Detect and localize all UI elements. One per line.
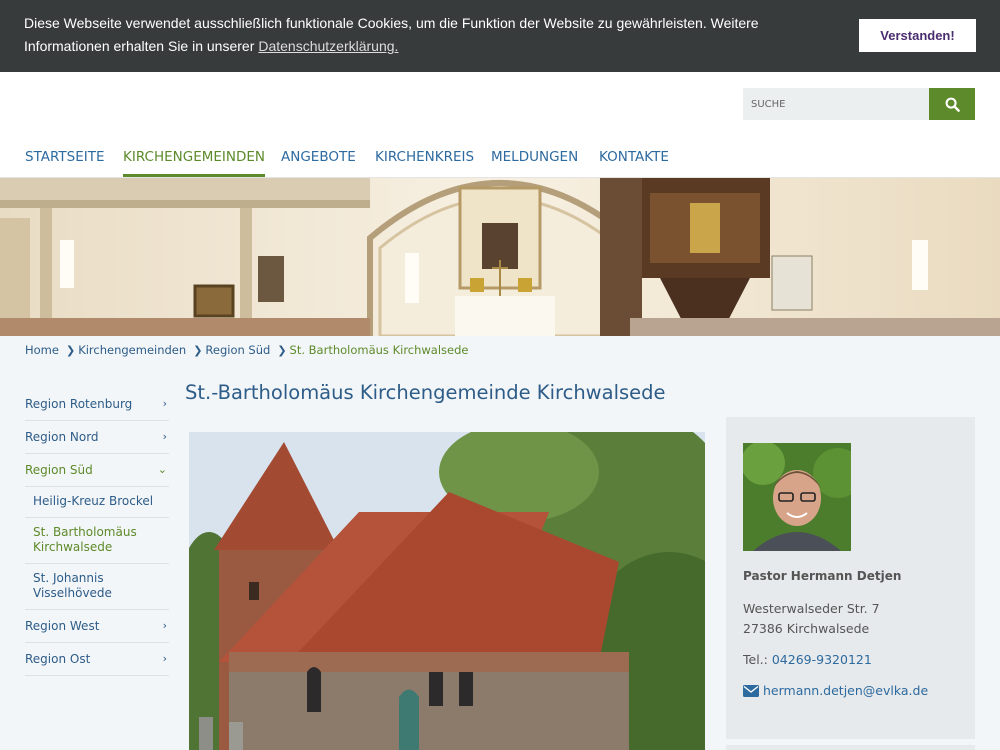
sidebar-item-region-nord[interactable]: Region Nord ›	[25, 421, 169, 454]
phone-link[interactable]: 04269-9320121	[772, 652, 872, 667]
sidebar-item-region-west[interactable]: Region West ›	[25, 610, 169, 643]
sidebar-item-label: Region Nord	[25, 430, 99, 444]
contact-card-next	[726, 745, 975, 750]
sidebar-item-label: Region West	[25, 619, 100, 633]
sidebar-item-region-sued[interactable]: Region Süd ⌄	[25, 454, 169, 487]
sidebar-nav: Region Rotenburg › Region Nord › Region …	[25, 388, 169, 676]
cookie-accept-button[interactable]: Verstanden!	[859, 19, 976, 52]
cookie-banner: Diese Webseite verwendet ausschließlich …	[0, 0, 1000, 72]
chevron-right-icon: ›	[162, 397, 167, 410]
sidebar-item-label: Region Ost	[25, 652, 91, 666]
hero-image-church-interior	[0, 178, 1000, 336]
chevron-right-icon: ❯	[193, 343, 203, 357]
privacy-policy-link[interactable]: Datenschutzerklärung.	[258, 38, 398, 54]
sidebar-item-region-ost[interactable]: Region Ost ›	[25, 643, 169, 676]
search-icon	[945, 97, 960, 112]
breadcrumb: Home ❯ Kirchengemeinden ❯ Region Süd ❯ S…	[25, 343, 469, 357]
nav-kirchengemeinden[interactable]: KIRCHENGEMEINDEN	[123, 149, 266, 177]
sidebar-item-label: St. Johannis Visselhövede	[33, 571, 112, 600]
nav-angebote[interactable]: ANGEBOTE	[281, 149, 356, 177]
sidebar-item-heilig-kreuz-brockel[interactable]: Heilig-Kreuz Brockel	[25, 487, 169, 518]
breadcrumb-current: St. Bartholomäus Kirchwalsede	[289, 343, 469, 357]
address-street: Westerwalseder Str. 7	[743, 601, 880, 616]
breadcrumb-region-sued[interactable]: Region Süd	[205, 343, 270, 357]
pastor-name: Pastor Hermann Detjen	[743, 569, 902, 583]
envelope-icon	[743, 684, 759, 697]
chevron-right-icon: ❯	[65, 343, 76, 357]
nav-startseite[interactable]: STARTSEITE	[25, 149, 105, 177]
breadcrumb-home[interactable]: Home	[25, 343, 59, 357]
phone-label: Tel.:	[743, 652, 768, 667]
sidebar-item-label: Region Rotenburg	[25, 397, 133, 411]
sidebar-item-label: Heilig-Kreuz Brockel	[33, 494, 154, 508]
sidebar-item-label: Region Süd	[25, 463, 93, 477]
nav-meldungen[interactable]: MELDUNGEN	[491, 149, 578, 177]
page-title: St.-Bartholomäus Kirchengemeinde Kirchwa…	[185, 381, 666, 404]
nav-kirchenkreis[interactable]: KIRCHENKREIS	[375, 149, 474, 177]
email-address: hermann.detjen@evlka.de	[763, 683, 929, 698]
pastor-photo	[743, 443, 851, 551]
sidebar-item-region-rotenburg[interactable]: Region Rotenburg ›	[25, 388, 169, 421]
chevron-right-icon: ›	[162, 652, 167, 665]
address-city: 27386 Kirchwalsede	[743, 621, 870, 636]
chevron-down-icon: ⌄	[157, 463, 167, 476]
contact-card: Pastor Hermann Detjen Westerwalseder Str…	[726, 417, 975, 739]
phone-line: Tel.: 04269-9320121	[743, 652, 872, 667]
sidebar-item-st-johannis[interactable]: St. Johannis Visselhövede	[25, 564, 169, 610]
nav-kontakte[interactable]: KONTAKTE	[599, 149, 669, 177]
chevron-right-icon: ›	[162, 430, 167, 443]
chevron-right-icon: ❯	[277, 343, 287, 357]
chevron-right-icon: ›	[162, 619, 167, 632]
search-button[interactable]	[929, 88, 975, 120]
cookie-message: Diese Webseite verwendet ausschließlich …	[24, 12, 834, 58]
search-input[interactable]	[743, 88, 929, 120]
main-nav: STARTSEITE KIRCHENGEMEINDEN ANGEBOTE KIR…	[0, 140, 1000, 178]
breadcrumb-kirchengemeinden[interactable]: Kirchengemeinden	[78, 343, 186, 357]
church-photo	[189, 432, 705, 750]
sidebar-item-st-bartholomaeus[interactable]: St. Bartholomäus Kirchwalsede	[25, 518, 169, 564]
email-link[interactable]: hermann.detjen@evlka.de	[743, 683, 928, 698]
sidebar-item-label: St. Bartholomäus Kirchwalsede	[33, 525, 137, 554]
